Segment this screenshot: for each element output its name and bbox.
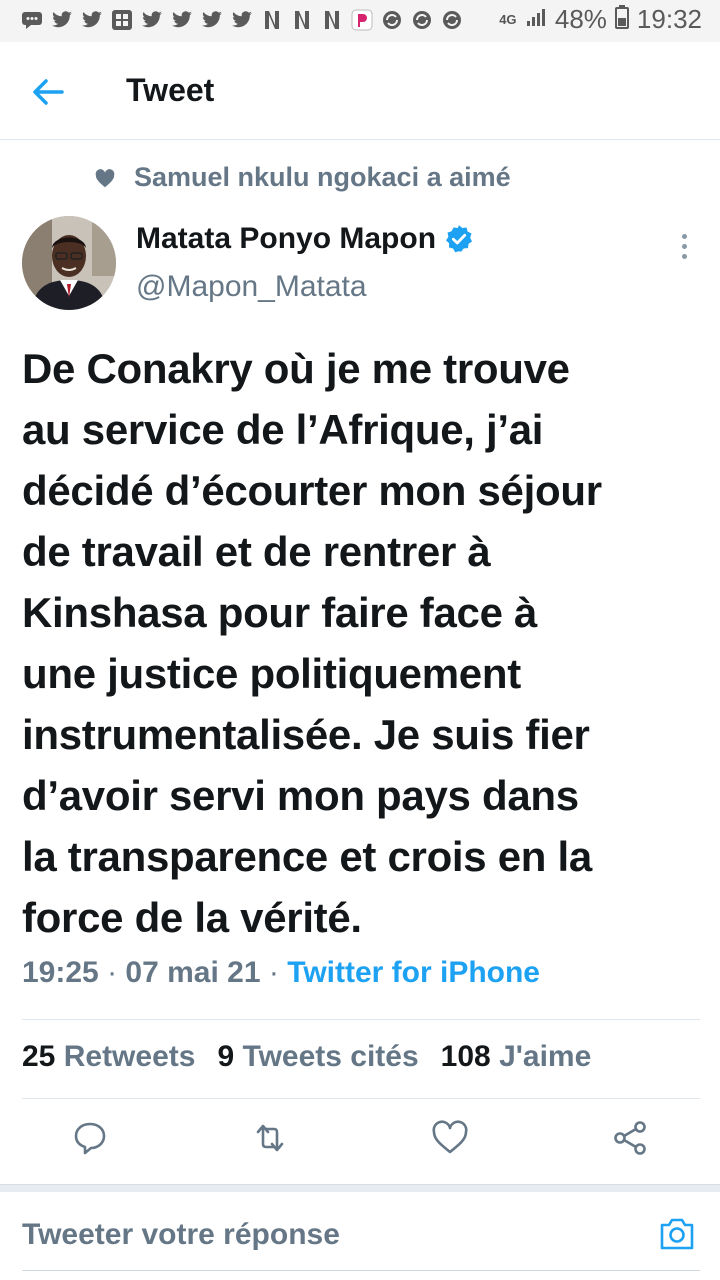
twitter-icon	[170, 8, 194, 32]
tweet-line: au service de l’Afrique, j’ai	[22, 406, 544, 453]
quotes-stat[interactable]: 9 Tweets cités	[217, 1040, 418, 1074]
verified-badge-icon	[444, 224, 474, 254]
tweet-line: la transparence et crois en la	[22, 833, 592, 880]
meta-separator: ·	[268, 956, 279, 989]
netflix-icon	[290, 8, 314, 32]
tweet-line: décidé d’écourter mon séjour	[22, 467, 602, 514]
more-options-icon[interactable]	[670, 228, 698, 264]
twitter-icon	[200, 8, 224, 32]
sync-icon	[380, 8, 404, 32]
tweet-stats: 25 Retweets 9 Tweets cités 108 J'aime	[22, 1040, 591, 1074]
netflix-icon	[260, 8, 284, 32]
retweets-stat[interactable]: 25 Retweets	[22, 1040, 195, 1074]
notification-icons	[20, 8, 464, 32]
quotes-count: 9	[217, 1040, 235, 1073]
twitter-icon	[80, 8, 104, 32]
divider	[22, 1098, 700, 1099]
twitter-icon	[50, 8, 74, 32]
reply-bar: Tweeter votre réponse	[0, 1192, 720, 1280]
retweet-icon[interactable]	[250, 1118, 290, 1158]
divider	[22, 1019, 700, 1020]
netflix-icon	[320, 8, 344, 32]
battery-percent: 48%	[554, 4, 607, 34]
meta-separator: ·	[107, 956, 118, 989]
tweet-actions	[0, 1110, 720, 1170]
reply-input-underline	[22, 1270, 700, 1271]
tweet-meta: 19:25 · 07 mai 21 · Twitter for iPhone	[22, 956, 540, 990]
twitter-icon	[230, 8, 254, 32]
heart-icon	[94, 168, 116, 190]
twitter-icon	[140, 8, 164, 32]
system-indicators: 4G 48% 19:32	[499, 4, 702, 35]
tweet-line: instrumentalisée. Je suis fier	[22, 711, 590, 758]
author-name[interactable]: Matata Ponyo Mapon	[136, 222, 474, 256]
tweet-date: 07 mai 21	[125, 956, 261, 989]
tweet-line: force de la vérité.	[22, 894, 362, 941]
back-arrow-icon[interactable]	[28, 72, 68, 112]
clock: 19:32	[636, 4, 702, 34]
tweet-line: d’avoir servi mon pays dans	[22, 772, 579, 819]
retweets-count: 25	[22, 1040, 56, 1073]
page-title: Tweet	[126, 72, 215, 108]
section-separator	[0, 1184, 720, 1192]
likes-stat[interactable]: 108 J'aime	[441, 1040, 592, 1074]
likes-label: J'aime	[499, 1040, 592, 1073]
chat-icon	[20, 8, 44, 32]
like-icon[interactable]	[430, 1118, 470, 1158]
avatar[interactable]	[22, 216, 116, 310]
share-icon[interactable]	[610, 1118, 650, 1158]
tweet-line: De Conakry où je me trouve	[22, 345, 570, 392]
tweet-line: Kinshasa pour faire face à	[22, 589, 538, 636]
author-handle[interactable]: @Mapon_Matata	[136, 270, 367, 304]
p-app-icon	[350, 8, 374, 32]
signal-icon	[525, 6, 547, 33]
tweet-line: de travail et de rentrer à	[22, 528, 491, 575]
author-name-text: Matata Ponyo Mapon	[136, 222, 437, 255]
gallery-icon	[110, 8, 134, 32]
tweet-line: une justice politiquement	[22, 650, 521, 697]
battery-icon	[614, 5, 629, 34]
tweet-source-link[interactable]: Twitter for iPhone	[287, 956, 540, 989]
network-type: 4G	[499, 11, 517, 27]
retweets-label: Retweets	[63, 1040, 196, 1073]
tweet-time: 19:25	[22, 956, 99, 989]
quotes-label: Tweets cités	[242, 1040, 419, 1073]
status-bar: 4G 48% 19:32	[0, 0, 720, 42]
sync-icon	[410, 8, 434, 32]
camera-icon[interactable]	[658, 1216, 696, 1252]
tweet-text: De Conakry où je me trouve au service de…	[22, 338, 692, 948]
likes-count: 108	[440, 1040, 491, 1073]
app-header: Tweet	[0, 42, 720, 140]
sync-icon	[440, 8, 464, 32]
reply-icon[interactable]	[70, 1118, 110, 1158]
reply-input[interactable]: Tweeter votre réponse	[22, 1218, 340, 1252]
social-context-text: Samuel nkulu ngokaci a aimé	[134, 162, 511, 192]
